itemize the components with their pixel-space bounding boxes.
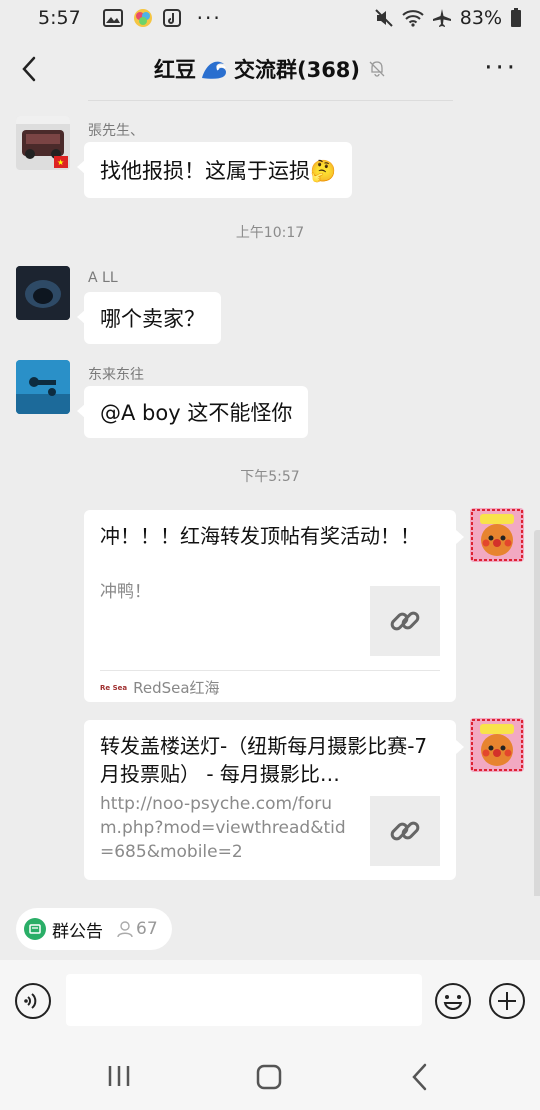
message-text: 找他报损！这属于运损🤔 xyxy=(100,159,337,183)
card-description: http://noo-psyche.com/forum.php?mod=view… xyxy=(100,794,346,862)
count-value: 67 xyxy=(136,919,158,939)
message-timestamp: 上午10:17 xyxy=(235,225,305,241)
person-icon xyxy=(117,921,133,938)
message-input[interactable] xyxy=(66,974,422,1026)
message-timestamp: 下午5:57 xyxy=(240,469,300,485)
status-bar: 5:57 ··· 83% xyxy=(0,0,540,36)
card-title: 冲！！！红海转发顶帖有奖活动！！ xyxy=(100,524,420,548)
avatar[interactable] xyxy=(16,360,70,414)
battery-icon xyxy=(511,8,521,27)
sender-name: 东来东往 xyxy=(88,367,144,383)
nav-back-icon[interactable] xyxy=(410,1062,430,1092)
avatar[interactable]: ★ xyxy=(16,116,70,170)
header-divider xyxy=(88,100,453,101)
sender-name: 張先生、 xyxy=(88,123,144,139)
link-card[interactable]: 转发盖楼送灯-（纽斯每月摄影比赛-7月投票贴） - 每月摄影比… http://… xyxy=(84,720,464,880)
gallery-icon xyxy=(102,9,123,27)
card-title: 转发盖楼送灯-（纽斯每月摄影比赛-7月投票贴） - 每月摄影比… xyxy=(100,734,428,786)
avatar[interactable] xyxy=(470,508,524,562)
avatar[interactable] xyxy=(16,266,70,320)
more-dots-icon: ··· xyxy=(196,6,222,30)
anpanman-avatar-icon xyxy=(470,718,524,772)
muted-bell-icon xyxy=(369,61,385,77)
card-source: Re Sea RedSea红海 xyxy=(100,677,220,698)
sender-name: A LL xyxy=(88,270,118,286)
wifi-icon xyxy=(402,10,424,27)
status-time: 5:57 xyxy=(38,7,81,29)
system-nav-bar xyxy=(0,1044,540,1110)
mute-icon xyxy=(375,9,393,27)
message-text: @A boy 这不能怪你 xyxy=(100,401,293,425)
status-icons-right: 83% xyxy=(374,7,522,29)
plus-icon[interactable] xyxy=(488,982,526,1020)
link-icon xyxy=(390,611,420,631)
message-bubble[interactable]: @A boy 这不能怪你 xyxy=(76,386,309,438)
notice-label: 群公告 xyxy=(52,921,103,942)
home-icon[interactable] xyxy=(256,1064,282,1090)
airplane-icon xyxy=(432,9,451,27)
recent-apps-icon[interactable] xyxy=(106,1064,132,1088)
message-bubble[interactable]: 哪个卖家？ xyxy=(77,292,221,344)
scrollbar[interactable] xyxy=(534,530,540,900)
card-divider xyxy=(100,670,440,671)
wave-emoji-icon xyxy=(201,61,226,79)
link-card[interactable]: 冲！！！红海转发顶帖有奖活动！！ 冲鸭！ Re Sea RedSea红海 xyxy=(84,510,464,702)
input-bar xyxy=(0,960,540,1044)
chat-title-prefix: 红豆 xyxy=(153,58,196,82)
notice-member-count: 67 xyxy=(117,919,158,939)
notice-icon xyxy=(24,918,46,940)
notice-area: 群公告 67 xyxy=(0,896,540,960)
more-options-button[interactable]: ··· xyxy=(484,55,518,81)
group-notice-button[interactable]: 群公告 67 xyxy=(16,908,172,950)
car-avatar-icon: ★ xyxy=(16,116,70,170)
tiktok-icon xyxy=(162,9,181,27)
status-icons-left: ··· xyxy=(102,6,222,30)
voice-input-icon[interactable] xyxy=(14,982,52,1020)
avatar[interactable] xyxy=(470,718,524,772)
message-text: 哪个卖家？ xyxy=(100,307,205,331)
source-name: RedSea红海 xyxy=(133,679,220,697)
battery-percent: 83% xyxy=(459,7,502,29)
diver-avatar-icon xyxy=(16,360,70,414)
link-thumbnail xyxy=(370,796,440,866)
message-bubble[interactable]: 找他报损！这属于运损🤔 xyxy=(76,142,353,198)
card-description: 冲鸭！ xyxy=(100,582,151,602)
emoji-icon[interactable] xyxy=(434,982,472,1020)
app-icon xyxy=(133,9,152,27)
anpanman-avatar-icon xyxy=(470,508,524,562)
chat-header: 红豆 交流群(368) ··· xyxy=(0,36,540,102)
chat-title-text: 交流群(368) xyxy=(233,58,361,82)
cave-avatar-icon xyxy=(16,266,70,320)
source-logo: Re Sea xyxy=(100,683,128,692)
svg-text:★: ★ xyxy=(57,158,64,167)
back-arrow-icon[interactable] xyxy=(16,52,46,86)
link-thumbnail xyxy=(370,586,440,656)
link-icon xyxy=(390,821,420,841)
chat-title: 红豆 交流群(368) xyxy=(154,54,386,84)
